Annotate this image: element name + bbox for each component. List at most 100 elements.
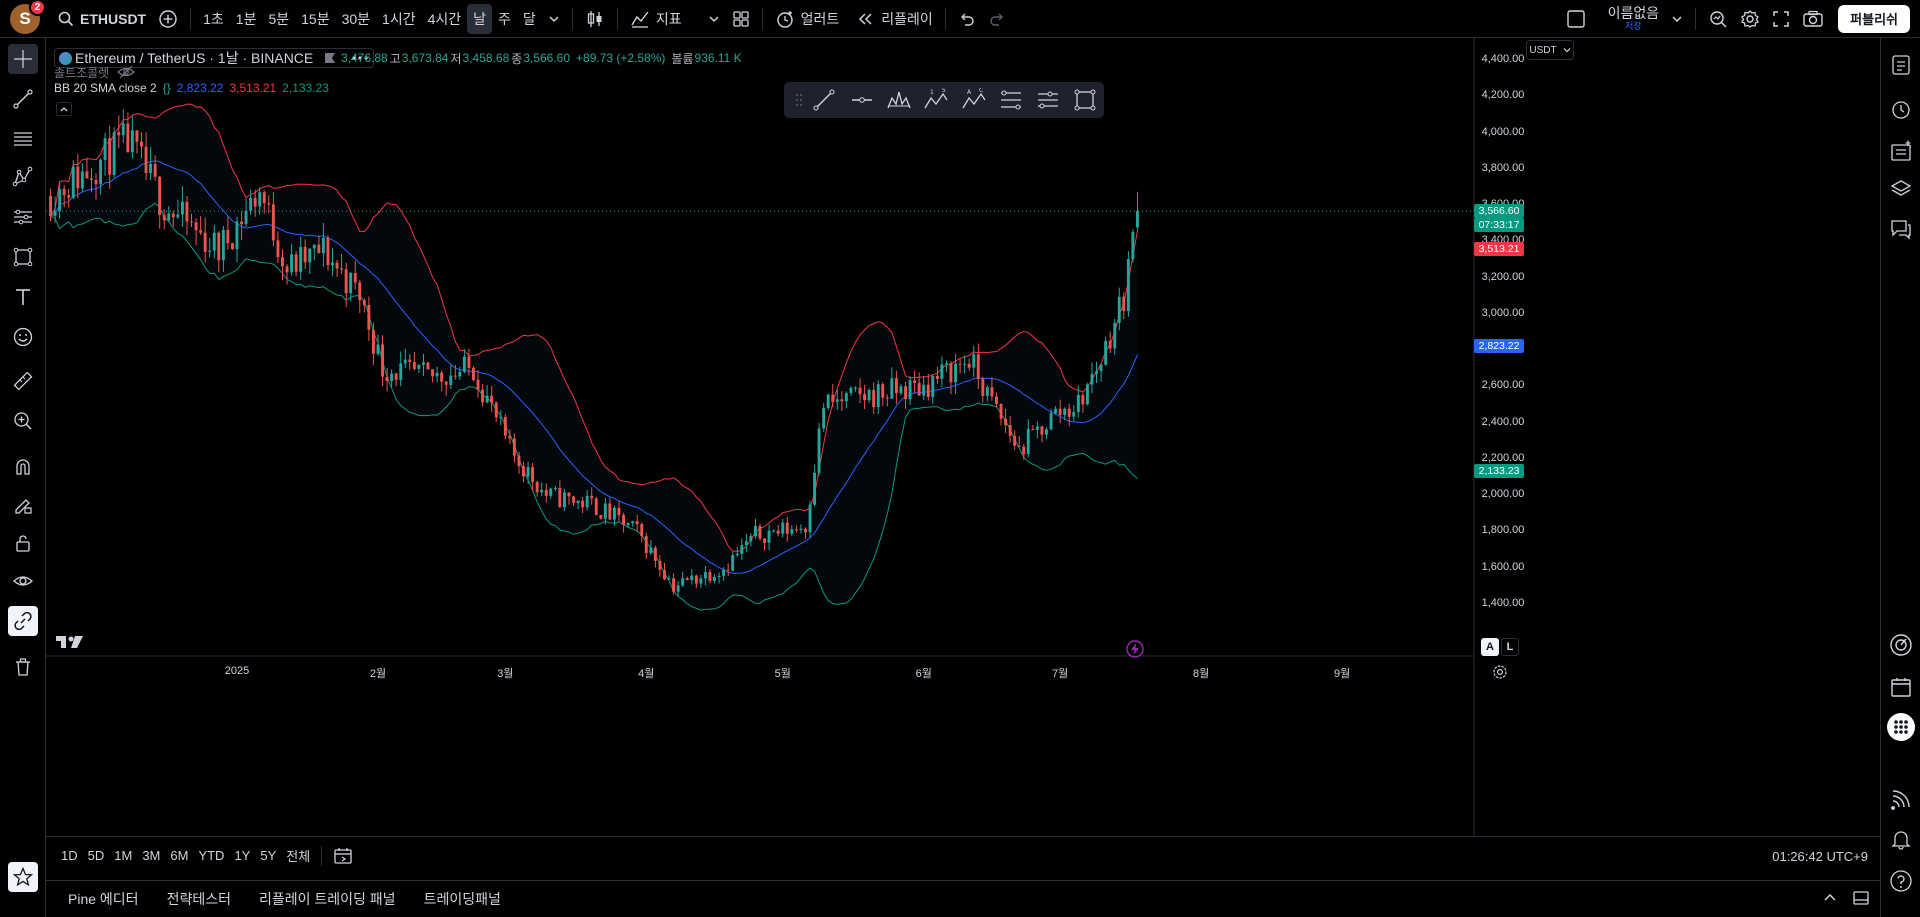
layouts-button[interactable] — [726, 4, 756, 34]
calendar-button[interactable] — [1886, 672, 1916, 702]
layers-button[interactable] — [1886, 174, 1916, 204]
flag-icon[interactable] — [323, 51, 337, 65]
hide-drawings-tool[interactable] — [8, 566, 38, 596]
interval-1w[interactable]: 주 — [492, 4, 517, 34]
symbol-search-button[interactable]: ETHUSDT — [52, 4, 152, 34]
compare-symbol-button[interactable] — [152, 4, 184, 34]
interval-5m[interactable]: 5분 — [262, 4, 295, 34]
shapes-tool[interactable] — [8, 242, 38, 272]
auto-scale-button[interactable]: A — [1481, 638, 1499, 656]
lock-drawings-tool[interactable] — [8, 528, 38, 558]
price-chart[interactable] — [46, 38, 1880, 836]
indicators-button[interactable]: 지표 — [624, 4, 688, 34]
ft-trend-line-button[interactable] — [806, 85, 843, 115]
forecast-tool[interactable] — [8, 202, 38, 232]
eye-off-icon[interactable] — [117, 65, 136, 79]
quick-search-button[interactable] — [1702, 4, 1734, 34]
range-1y[interactable]: 1Y — [229, 844, 255, 868]
ft-abc-correction-button[interactable]: AC — [955, 85, 992, 115]
ft-elliott-wave-button[interactable]: 15 — [918, 85, 955, 115]
ft-horizontal-ray-button[interactable] — [843, 85, 880, 115]
chart-pane[interactable]: Ethereum / TetherUS · 1날 · BINANCE 3,476… — [46, 38, 1880, 836]
snapshot-button[interactable] — [1796, 4, 1830, 34]
help-button[interactable] — [1886, 866, 1916, 896]
fib-tool[interactable] — [8, 124, 38, 154]
redo-button[interactable] — [982, 4, 1012, 34]
interval-1mo[interactable]: 달 — [517, 4, 542, 34]
magnet-tool[interactable] — [8, 452, 38, 482]
chart-type-button[interactable] — [579, 4, 611, 34]
undo-button[interactable] — [952, 4, 982, 34]
tradingview-logo[interactable] — [56, 634, 86, 653]
panel-maximize-button[interactable] — [1852, 890, 1870, 909]
axis-settings-button[interactable] — [1492, 664, 1508, 683]
candle-body — [340, 268, 343, 270]
lightning-icon — [1126, 640, 1144, 658]
tab-trading-panel[interactable]: 트레이딩패널 — [410, 884, 515, 914]
interval-dropdown[interactable] — [542, 4, 566, 34]
settings-button[interactable] — [1734, 4, 1766, 34]
code-braces-icon[interactable]: {} — [163, 81, 171, 95]
range-3m[interactable]: 3M — [137, 844, 165, 868]
interval-1s[interactable]: 1초 — [197, 4, 230, 34]
layout-name-button[interactable]: 이름없음 저장 — [1602, 4, 1666, 34]
pattern-tool[interactable] — [8, 162, 38, 192]
currency-selector[interactable]: USDT — [1526, 40, 1574, 60]
bollinger-legend[interactable]: BB 20 SMA close 2 {} 2,823.22 3,513.21 2… — [54, 78, 335, 98]
drag-handle-icon[interactable] — [792, 85, 806, 115]
tab-pine-editor[interactable]: Pine 에디터 — [54, 884, 153, 914]
publish-button[interactable]: 퍼블리쉬 — [1838, 4, 1910, 33]
tab-replay-trading-panel[interactable]: 리플레이 트레이딩 패널 — [245, 884, 410, 914]
layout-dropdown[interactable] — [1665, 4, 1689, 34]
emoji-tool[interactable] — [8, 322, 38, 352]
text-tool[interactable] — [8, 282, 38, 312]
notifications-button[interactable] — [1886, 824, 1916, 854]
ft-rectangle-button[interactable] — [1067, 85, 1104, 115]
layout-select-checkbox[interactable] — [1560, 4, 1592, 34]
ft-forecast-button[interactable] — [1029, 85, 1066, 115]
candle-body — [140, 141, 143, 147]
products-button[interactable] — [1886, 712, 1916, 742]
events-lightning[interactable] — [1126, 640, 1144, 661]
user-avatar[interactable]: S 2 — [10, 0, 46, 34]
crosshair-tool[interactable] — [8, 44, 38, 74]
remove-drawings-tool[interactable] — [8, 652, 38, 682]
watchlist-button[interactable] — [1886, 50, 1916, 80]
alert-button[interactable]: 얼러트 — [769, 4, 846, 34]
alerts-panel-button[interactable] — [1886, 94, 1916, 124]
tab-strategy-tester[interactable]: 전략테스터 — [153, 884, 245, 914]
goto-date-button[interactable] — [328, 844, 358, 868]
ft-abcd-pattern-button[interactable] — [880, 85, 917, 115]
draw-mode-tool[interactable] — [8, 490, 38, 520]
range-1m[interactable]: 1M — [109, 844, 137, 868]
chat-button[interactable] — [1886, 214, 1916, 244]
range-5d[interactable]: 5D — [83, 844, 110, 868]
sync-drawings-tool[interactable] — [8, 606, 38, 636]
interval-15m[interactable]: 15분 — [295, 4, 335, 34]
timezone-clock[interactable]: 01:26:42 UTC+9 — [1772, 837, 1868, 875]
range-ytd[interactable]: YTD — [193, 844, 229, 868]
range-5y[interactable]: 5Y — [255, 844, 281, 868]
log-scale-button[interactable]: L — [1501, 638, 1519, 656]
trend-line-tool[interactable] — [8, 84, 38, 114]
interval-4h[interactable]: 4시간 — [422, 4, 468, 34]
range-1d[interactable]: 1D — [56, 844, 83, 868]
signals-button[interactable] — [1886, 784, 1916, 814]
fullscreen-button[interactable] — [1766, 4, 1796, 34]
interval-30m[interactable]: 30분 — [336, 4, 376, 34]
range-all[interactable]: 전체 — [281, 844, 315, 868]
watchlist-favorites-button[interactable] — [8, 862, 38, 892]
screener-button[interactable] — [1886, 630, 1916, 660]
interval-1d[interactable]: 날 — [467, 3, 493, 34]
replay-button[interactable]: 리플레이 — [851, 4, 939, 34]
indicators-dropdown[interactable] — [702, 4, 726, 34]
object-tree-button[interactable] — [1886, 136, 1916, 166]
range-6m[interactable]: 6M — [165, 844, 193, 868]
measure-tool[interactable] — [8, 366, 38, 396]
ft-fib-button[interactable] — [992, 85, 1029, 115]
interval-1m[interactable]: 1분 — [230, 4, 263, 34]
legend-collapse-button[interactable] — [56, 102, 72, 116]
zoom-tool[interactable] — [8, 406, 38, 436]
panel-expand-button[interactable] — [1822, 890, 1838, 909]
interval-1h[interactable]: 1시간 — [376, 4, 422, 34]
